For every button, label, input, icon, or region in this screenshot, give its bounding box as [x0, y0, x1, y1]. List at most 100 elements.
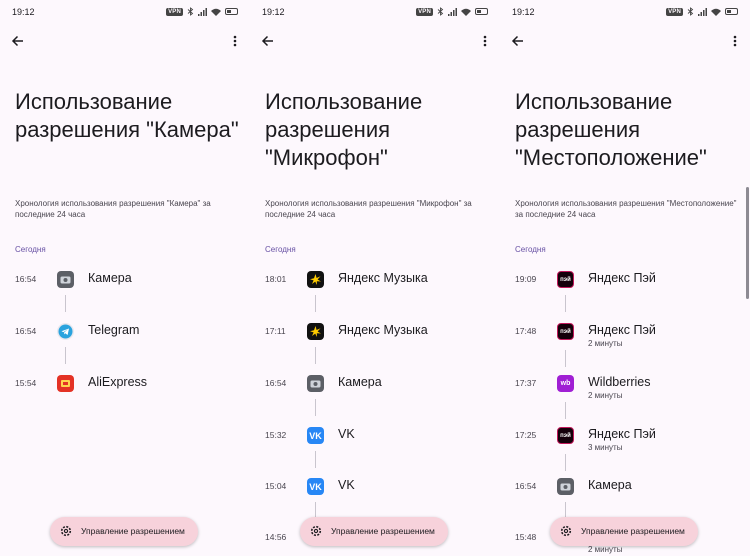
- entry-app-name: Камера: [88, 271, 132, 285]
- timeline-entry[interactable]: 16:54 Камера: [0, 271, 250, 304]
- status-icons: VPN: [666, 7, 738, 16]
- battery-icon: [225, 8, 238, 15]
- section-header-today: Сегодня: [515, 245, 546, 254]
- timeline-entry[interactable]: 19:09 пэй Яндекс Пэй: [500, 271, 750, 304]
- timeline-entry[interactable]: 16:54 Камера: [500, 478, 750, 511]
- entry-time: 17:48: [515, 326, 537, 336]
- entry-app-name: Яндекс Пэй: [588, 323, 656, 337]
- gear-icon: [310, 525, 322, 537]
- status-icons: VPN: [416, 7, 488, 16]
- more-vert-icon[interactable]: [478, 32, 492, 50]
- status-bar: 19:12 VPN: [262, 7, 488, 19]
- status-time: 19:12: [12, 7, 35, 17]
- entry-time: 15:48: [515, 532, 537, 542]
- timeline-entry[interactable]: 16:54 Telegram: [0, 323, 250, 356]
- bluetooth-icon: [687, 7, 694, 16]
- entry-time: 17:11: [265, 326, 286, 336]
- status-time: 19:12: [512, 7, 535, 17]
- signal-icon: [448, 7, 457, 16]
- entry-app-name: Telegram: [88, 323, 140, 337]
- vk-icon: VK: [307, 478, 324, 495]
- back-arrow-icon[interactable]: [259, 32, 277, 50]
- battery-icon: [725, 8, 738, 15]
- entry-app-name: Wildberries: [588, 375, 651, 389]
- page-subtitle: Хронология использования разрешения "Кам…: [15, 199, 211, 219]
- entry-duration: 2 минуты: [588, 339, 623, 348]
- timeline-entry[interactable]: 15:32 VK VK: [250, 427, 500, 460]
- entry-app-name: Камера: [588, 478, 632, 492]
- manage-permission-button[interactable]: Управление разрешением: [300, 517, 448, 546]
- manage-permission-label: Управление разрешением: [581, 526, 685, 536]
- timeline-connector: [565, 350, 566, 367]
- entry-time: 16:54: [515, 481, 537, 491]
- scrollbar[interactable]: [746, 187, 749, 299]
- entry-app-name: Яндекс Музыка: [338, 271, 428, 285]
- bluetooth-icon: [187, 7, 194, 16]
- section-header-today: Сегодня: [15, 245, 46, 254]
- app-bar: [500, 30, 750, 54]
- camera-app-icon: [557, 478, 574, 495]
- wildberries-icon: wb: [557, 375, 574, 392]
- battery-icon: [475, 8, 488, 15]
- entry-app-name: VK: [338, 427, 355, 441]
- camera-app-icon: [307, 375, 324, 392]
- yandex-pay-icon: пэй: [557, 323, 574, 340]
- camera-app-icon: [57, 271, 74, 288]
- entry-duration: 2 минуты: [588, 545, 623, 554]
- entry-time: 18:01: [265, 274, 287, 284]
- entry-duration: 2 минуты: [588, 391, 623, 400]
- entry-app-name: Камера: [338, 375, 382, 389]
- timeline-connector: [315, 399, 316, 416]
- entry-time: 15:54: [15, 378, 37, 388]
- entry-time: 16:54: [15, 274, 37, 284]
- page-title: Использование разрешения "Камера": [15, 89, 239, 142]
- manage-permission-button[interactable]: Управление разрешением: [550, 517, 698, 546]
- timeline-entry[interactable]: 18:01 Яндекс Музыка: [250, 271, 500, 304]
- timeline-connector: [565, 454, 566, 471]
- signal-icon: [698, 7, 707, 16]
- status-time: 19:12: [262, 7, 285, 17]
- back-arrow-icon[interactable]: [509, 32, 527, 50]
- more-vert-icon[interactable]: [228, 32, 242, 50]
- entry-time: 17:37: [515, 378, 537, 388]
- timeline-connector: [315, 295, 316, 312]
- screen-location: 19:12 VPN Использование разрешения "Мест…: [500, 0, 750, 556]
- aliexpress-icon: [57, 375, 74, 392]
- yandex-music-icon: [307, 271, 324, 288]
- app-bar: [0, 30, 250, 54]
- entry-app-name: Яндекс Музыка: [338, 323, 428, 337]
- vpn-icon: VPN: [666, 7, 683, 16]
- entry-time: 16:54: [15, 326, 37, 336]
- entry-time: 16:54: [265, 378, 287, 388]
- back-arrow-icon[interactable]: [9, 32, 27, 50]
- timeline-connector: [565, 295, 566, 312]
- manage-permission-label: Управление разрешением: [331, 526, 435, 536]
- status-bar: 19:12 VPN: [12, 7, 238, 19]
- timeline-entry[interactable]: 17:37 wb Wildberries 2 минуты: [500, 375, 750, 408]
- timeline-entry[interactable]: 15:54 AliExpress: [0, 375, 250, 408]
- timeline-entry[interactable]: 17:25 пэй Яндекс Пэй 3 минуты: [500, 427, 750, 460]
- page-subtitle: Хронология использования разрешения "Мес…: [515, 199, 737, 219]
- manage-permission-label: Управление разрешением: [81, 526, 185, 536]
- entry-duration: 3 минуты: [588, 443, 623, 452]
- entry-app-name: VK: [338, 478, 355, 492]
- timeline-connector: [65, 347, 66, 364]
- timeline-connector: [65, 295, 66, 312]
- status-bar: 19:12 VPN: [512, 7, 738, 19]
- timeline-connector: [315, 451, 316, 468]
- entry-app-name: AliExpress: [88, 375, 148, 389]
- manage-permission-button[interactable]: Управление разрешением: [50, 517, 198, 546]
- page-subtitle: Хронология использования разрешения "Мик…: [265, 199, 472, 219]
- timeline-entry[interactable]: 17:48 пэй Яндекс Пэй 2 минуты: [500, 323, 750, 356]
- timeline-connector: [565, 402, 566, 419]
- bluetooth-icon: [437, 7, 444, 16]
- screen-camera: 19:12 VPN Использование разрешения "Каме…: [0, 0, 250, 556]
- page-title: Использование разрешения "Микрофон": [265, 89, 423, 170]
- timeline-entry[interactable]: 16:54 Камера: [250, 375, 500, 408]
- yandex-pay-icon: пэй: [557, 271, 574, 288]
- timeline-entry[interactable]: 17:11 Яндекс Музыка: [250, 323, 500, 356]
- vpn-icon: VPN: [166, 7, 183, 16]
- timeline-entry[interactable]: 15:04 VK VK: [250, 478, 500, 511]
- more-vert-icon[interactable]: [728, 32, 742, 50]
- entry-app-name: Яндекс Пэй: [588, 271, 656, 285]
